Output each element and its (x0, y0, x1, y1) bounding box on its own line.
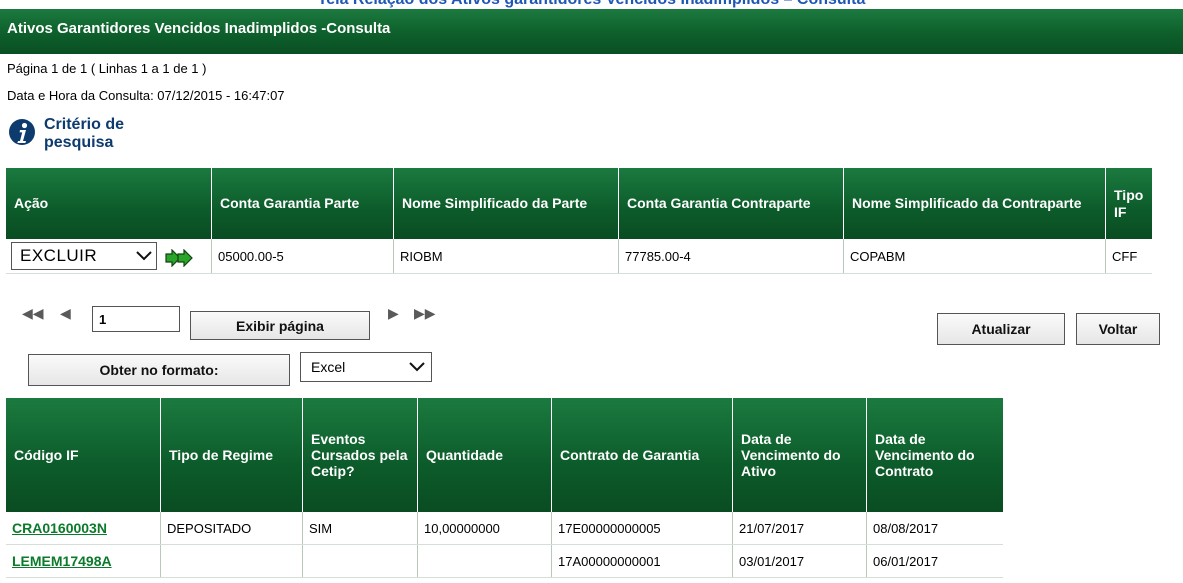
back-button[interactable]: Voltar (1076, 313, 1160, 345)
contrato-cell: 17A00000000001 (551, 544, 733, 578)
info-icon (9, 119, 35, 145)
col-tipo-regime: Tipo de Regime (160, 398, 303, 512)
action-cell: EXCLUIR (6, 239, 212, 274)
col-contrato-garantia: Contrato de Garantia (551, 398, 733, 512)
nome-parte-cell: RIOBM (393, 239, 619, 274)
show-page-button[interactable]: Exibir página (190, 311, 370, 340)
refresh-button[interactable]: Atualizar (937, 313, 1065, 345)
codigo-if-cell: CRA0160003N (6, 512, 161, 545)
last-page-icon[interactable]: ▶▶ (414, 305, 436, 322)
col-tipo-if: Tipo IF (1105, 168, 1152, 239)
conta-parte-cell: 05000.00-5 (211, 239, 394, 274)
venc-contrato-cell: 08/08/2017 (866, 512, 1003, 545)
col-venc-ativo: Data de Vencimento do Ativo (732, 398, 867, 512)
col-conta-parte: Conta Garantia Parte (211, 168, 394, 239)
format-select-value: Excel (311, 359, 346, 375)
table-row: EXCLUIR 05000.00-5 RIOBM 77785.00-4 COPA… (6, 239, 1152, 274)
venc-ativo-cell: 21/07/2017 (732, 512, 867, 545)
page-number-input[interactable] (92, 306, 180, 332)
tipo-regime-cell: DEPOSITADO (160, 512, 303, 545)
col-nome-parte: Nome Simplificado da Parte (393, 168, 619, 239)
tipo-if-cell: CFF (1105, 239, 1152, 274)
parties-table: Ação Conta Garantia Parte Nome Simplific… (6, 168, 1152, 274)
header-bar: Ativos Garantidores Vencidos Inadimplido… (0, 9, 1183, 54)
page-title: Ativos Garantidores Vencidos Inadimplido… (7, 20, 391, 37)
quantidade-cell: 10,00000000 (417, 512, 552, 545)
col-conta-contraparte: Conta Garantia Contraparte (618, 168, 844, 239)
criteria-label-line2: pesquisa (44, 134, 114, 151)
col-quantidade: Quantidade (417, 398, 552, 512)
nome-contraparte-cell: COPABM (843, 239, 1106, 274)
previous-page-icon[interactable]: ◀ (60, 305, 71, 322)
next-page-icon[interactable]: ▶ (388, 305, 399, 322)
top-page-title: Tela Relação dos Ativos garantidores Ven… (0, 0, 1183, 9)
table-row: CRA0160003N DEPOSITADO SIM 10,00000000 1… (6, 512, 1003, 545)
col-codigo-if: Código IF (6, 398, 161, 512)
codigo-if-link[interactable]: LEMEM17498A (12, 553, 112, 569)
col-acao: Ação (6, 168, 212, 239)
quantidade-cell (417, 544, 552, 578)
eventos-cell (302, 544, 418, 578)
chevron-down-icon (136, 251, 152, 261)
table-row: LEMEM17498A 17A00000000001 03/01/2017 06… (6, 544, 1003, 578)
chevron-down-icon (409, 362, 425, 372)
eventos-cell: SIM (302, 512, 418, 545)
col-venc-contrato: Data de Vencimento do Contrato (866, 398, 1003, 512)
first-page-icon[interactable]: ◀◀ (22, 305, 44, 322)
criteria-label-line1: Critério de (44, 116, 125, 133)
tipo-regime-cell (160, 544, 303, 578)
query-datetime: Data e Hora da Consulta: 07/12/2015 - 16… (7, 88, 285, 103)
assets-table: Código IF Tipo de Regime Eventos Cursado… (6, 398, 1003, 578)
pagination-info: Página 1 de 1 ( Linhas 1 a 1 de 1 ) (7, 61, 207, 76)
action-select[interactable]: EXCLUIR (11, 242, 157, 270)
search-criteria-link[interactable]: Critério de pesquisa (8, 116, 208, 158)
codigo-if-cell: LEMEM17498A (6, 544, 161, 578)
action-select-value: EXCLUIR (20, 246, 98, 265)
contrato-cell: 17E00000000005 (551, 512, 733, 545)
execute-arrows-icon[interactable] (165, 248, 195, 267)
col-eventos-cetip: Eventos Cursados pela Cetip? (302, 398, 418, 512)
format-select[interactable]: Excel (300, 352, 432, 382)
codigo-if-link[interactable]: CRA0160003N (12, 520, 107, 536)
export-format-button[interactable]: Obter no formato: (28, 354, 290, 386)
venc-contrato-cell: 06/01/2017 (866, 544, 1003, 578)
conta-contraparte-cell: 77785.00-4 (618, 239, 844, 274)
col-nome-contraparte: Nome Simplificado da Contraparte (843, 168, 1106, 239)
venc-ativo-cell: 03/01/2017 (732, 544, 867, 578)
